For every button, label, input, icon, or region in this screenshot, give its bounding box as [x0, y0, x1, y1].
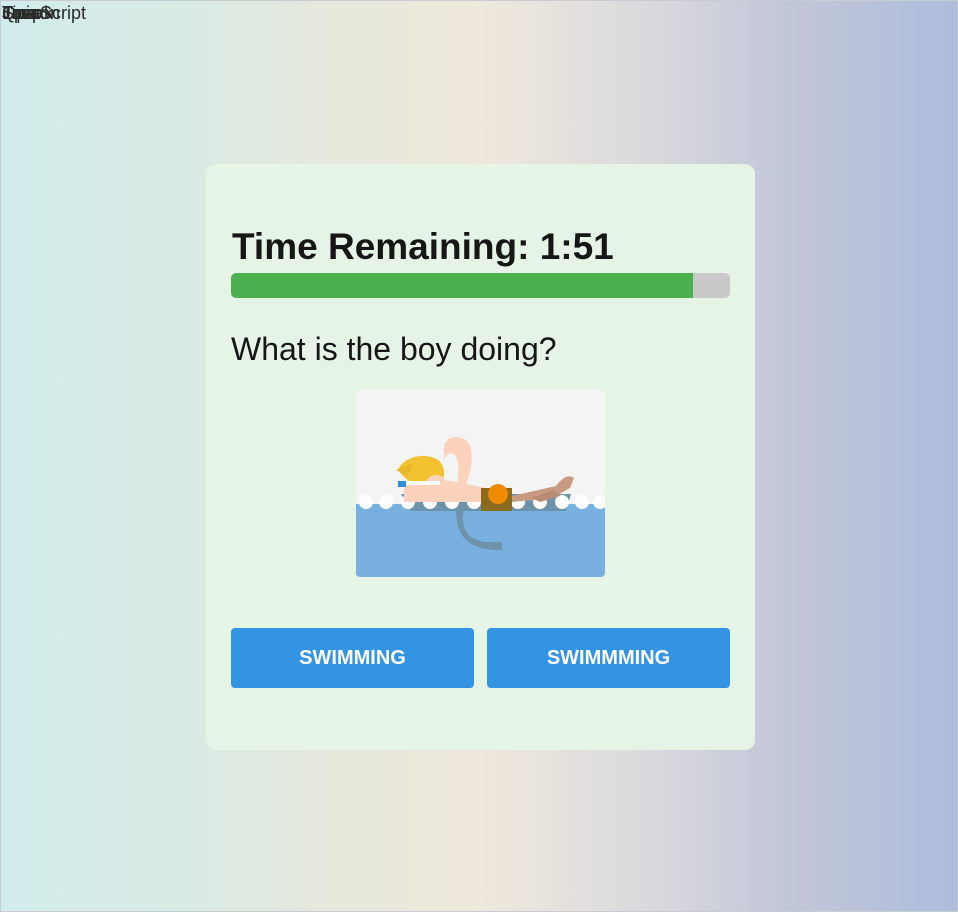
answer-button-swimming[interactable]: Swimming	[231, 628, 474, 688]
question-text: What is the boy doing?	[231, 331, 557, 367]
quiz-card: Time Remaining: 1:51 What is the boy doi…	[206, 164, 755, 750]
timer-progress-fill	[231, 273, 694, 298]
swimmer-icon	[356, 390, 605, 577]
timer-label: Time Remaining: 1:51	[232, 226, 614, 267]
timer-progress-bar	[231, 273, 730, 298]
answer-button-swimmming[interactable]: Swimmming	[487, 628, 730, 688]
header-text-6: Loop	[2, 3, 43, 23]
swimmer-illustration	[356, 390, 605, 577]
